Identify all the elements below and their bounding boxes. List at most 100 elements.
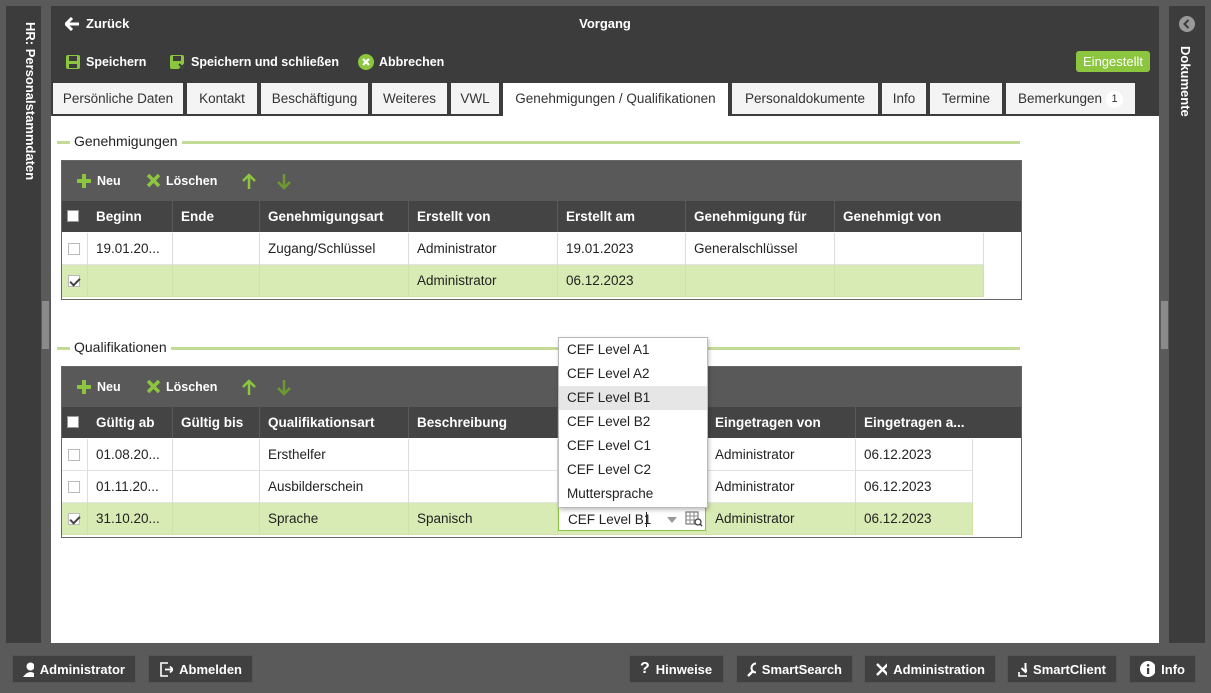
table-cell (260, 265, 409, 297)
table-row[interactable]: 31.10.20... Sprache Spanisch Administrat… (62, 503, 973, 535)
save-label: Speichern (86, 55, 147, 69)
dropdown-option[interactable]: CEF Level C2 (559, 458, 707, 482)
save-and-close-button[interactable]: Speichern und schließen (169, 54, 339, 70)
logout-label: Abmelden (179, 661, 242, 677)
column-header[interactable]: Genehmigungsart (260, 201, 409, 232)
collapse-left-icon[interactable] (1179, 16, 1195, 32)
row-checkbox[interactable] (68, 243, 80, 255)
column-header[interactable]: Genehmigt von (835, 201, 1021, 232)
question-mark-icon: ? (640, 660, 650, 677)
tab-persoenliche-daten[interactable]: Persönliche Daten (53, 83, 183, 114)
column-header[interactable]: Gültig bis (173, 407, 260, 438)
table-cell (173, 233, 260, 265)
row-checkbox-cell (62, 471, 88, 503)
qualifikation-new-button[interactable]: Neu (76, 379, 121, 395)
new-label: Neu (97, 174, 121, 188)
select-all-checkbox[interactable] (67, 210, 79, 222)
qualifikationen-grid: Neu Löschen Gültig ab Gültig bis Qualifi… (61, 366, 1022, 538)
tab-vwl[interactable]: VWL (451, 83, 499, 114)
table-row[interactable]: 19.01.20... Zugang/Schlüssel Administrat… (62, 233, 984, 265)
tab-beschaeftigung[interactable]: Beschäftigung (261, 83, 368, 114)
smartclient-button[interactable]: SmartClient (1007, 655, 1117, 683)
right-side-panel[interactable]: Dokumente (1169, 6, 1205, 643)
table-cell (835, 265, 984, 297)
save-close-icon (170, 55, 186, 70)
table-cell (409, 471, 558, 503)
dropdown-option[interactable]: CEF Level B2 (559, 410, 707, 434)
dropdown-option-highlighted[interactable]: CEF Level B1 (559, 386, 707, 410)
header-bar: Zurück Vorgang (51, 6, 1159, 42)
info-button[interactable]: Info (1129, 655, 1196, 683)
left-side-panel[interactable]: HR: Personalstammdaten (6, 6, 41, 643)
genehmigungen-header-row: Beginn Ende Genehmigungsart Erstellt von… (62, 201, 1021, 232)
arrow-down-icon[interactable] (276, 173, 292, 190)
dropdown-option[interactable]: Muttersprache (559, 482, 707, 506)
table-row[interactable]: 01.11.20... Ausbilderschein Administrato… (62, 471, 973, 503)
row-checkbox[interactable] (68, 481, 80, 493)
column-header[interactable]: Eingetragen von (707, 407, 856, 438)
column-header[interactable]: Ende (173, 201, 260, 232)
table-cell: Administrator (707, 503, 856, 535)
dropdown-option[interactable]: CEF Level C1 (559, 434, 707, 458)
select-all-checkbox[interactable] (67, 416, 79, 428)
column-header[interactable]: Qualifikationsart (260, 407, 409, 438)
column-header[interactable]: Erstellt von (409, 201, 558, 232)
row-checkbox[interactable] (68, 275, 80, 287)
tab-bemerkungen[interactable]: Bemerkungen 1 (1006, 83, 1135, 114)
tab-personaldokumente[interactable]: Personaldokumente (732, 83, 878, 114)
table-cell: Zugang/Schlüssel (260, 233, 409, 265)
column-header[interactable]: Beschreibung (409, 407, 558, 438)
tab-termine[interactable]: Termine (930, 83, 1002, 114)
column-header[interactable]: Beginn (88, 201, 173, 232)
table-cell (88, 265, 173, 297)
smartsearch-button[interactable]: SmartSearch (736, 655, 853, 683)
tab-info[interactable]: Info (882, 83, 926, 114)
genehmigung-delete-button[interactable]: Löschen (146, 173, 217, 188)
table-cell: 19.01.2023 (558, 233, 686, 265)
dropdown-option[interactable]: CEF Level A1 (559, 338, 707, 362)
table-search-icon[interactable] (685, 511, 703, 527)
save-button[interactable]: Speichern (65, 54, 146, 70)
dropdown-option[interactable]: CEF Level A2 (559, 362, 707, 386)
column-header[interactable]: Eingetragen a... (856, 407, 1021, 438)
table-cell: 01.08.20... (88, 439, 173, 471)
page-title: Vorgang (579, 16, 631, 31)
info-icon (1140, 661, 1156, 677)
table-cell (173, 439, 260, 471)
tab-kontakt[interactable]: Kontakt (187, 83, 257, 114)
qualifikationen-grid-toolbar: Neu Löschen (62, 367, 1021, 407)
column-header[interactable]: Genehmigung für (686, 201, 835, 232)
hints-button[interactable]: ? Hinweise (629, 655, 724, 683)
level-combo-input[interactable]: CEF Level B1 (558, 507, 706, 531)
genehmigung-new-button[interactable]: Neu (76, 173, 121, 189)
table-cell: Administrator (409, 233, 558, 265)
user-button[interactable]: Administrator (12, 655, 136, 683)
arrow-up-icon[interactable] (241, 173, 257, 190)
row-checkbox[interactable] (68, 513, 80, 525)
chevron-down-icon[interactable] (667, 517, 677, 523)
left-panel-collapse-handle[interactable] (42, 301, 49, 349)
logout-icon (160, 661, 174, 677)
arrow-down-icon[interactable] (276, 379, 292, 396)
qualifikation-delete-button[interactable]: Löschen (146, 379, 217, 394)
arrow-up-icon[interactable] (241, 379, 257, 396)
info-label: Info (1161, 661, 1185, 677)
right-panel-collapse-handle[interactable] (1161, 301, 1168, 349)
administration-button[interactable]: Administration (864, 655, 996, 683)
table-row[interactable]: 01.08.20... Ersthelfer Administrator 06.… (62, 439, 973, 471)
logout-button[interactable]: Abmelden (148, 655, 253, 683)
tab-genehmigungen-qualifikationen[interactable]: Genehmigungen / Qualifikationen (503, 83, 728, 116)
cancel-button[interactable]: Abbrechen (358, 54, 444, 70)
combo-value: CEF Level B1 (568, 512, 652, 527)
table-row[interactable]: Administrator 06.12.2023 (62, 265, 984, 297)
table-cell: 06.12.2023 (558, 265, 686, 297)
delete-x-icon (146, 379, 161, 394)
row-checkbox[interactable] (68, 449, 80, 461)
table-cell: 06.12.2023 (856, 503, 973, 535)
row-checkbox-cell (62, 265, 88, 297)
table-cell: 06.12.2023 (856, 471, 973, 503)
tab-weiteres[interactable]: Weiteres (372, 83, 447, 114)
column-header[interactable]: Gültig ab (88, 407, 173, 438)
section-divider (57, 347, 1020, 350)
column-header[interactable]: Erstellt am (558, 201, 686, 232)
